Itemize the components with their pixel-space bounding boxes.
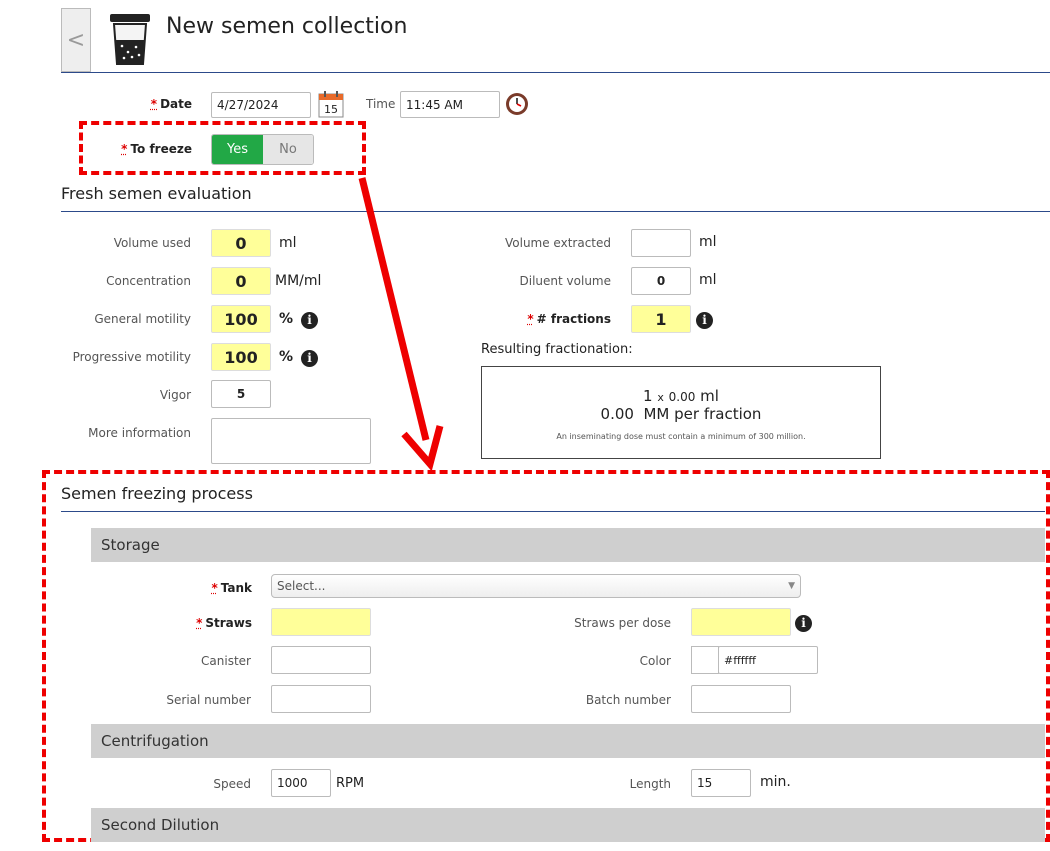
progressive-motility-input[interactable]: 100 bbox=[211, 343, 271, 371]
centrifugation-band: Centrifugation bbox=[91, 724, 1045, 758]
resulting-fractionation-box: 1 x 0.00 ml 0.00 MM per fraction An inse… bbox=[481, 366, 881, 459]
time-input[interactable]: 11:45 AM bbox=[400, 91, 500, 118]
canister-input[interactable] bbox=[271, 646, 371, 674]
diluent-volume-input[interactable]: 0 bbox=[631, 267, 691, 295]
batch-number-label: Batch number bbox=[585, 693, 671, 707]
length-input[interactable]: 15 bbox=[691, 769, 751, 797]
progressive-motility-unit: % bbox=[279, 349, 294, 365]
tank-label: * Tank bbox=[211, 581, 252, 595]
fractions-label: * # fractions bbox=[527, 312, 611, 326]
straws-input[interactable] bbox=[271, 608, 371, 636]
volume-extracted-unit: ml bbox=[699, 234, 717, 250]
freezing-process-divider bbox=[61, 511, 1045, 512]
volume-extracted-input[interactable] bbox=[631, 229, 691, 257]
date-input[interactable]: 4/27/2024 bbox=[211, 92, 311, 118]
tank-select-placeholder: Select... bbox=[277, 579, 326, 593]
time-label: Time bbox=[366, 97, 396, 111]
annotation-arrow bbox=[358, 177, 444, 472]
volume-used-unit: ml bbox=[279, 235, 297, 251]
diluent-volume-unit: ml bbox=[699, 272, 717, 288]
general-motility-info-icon[interactable]: i bbox=[301, 312, 318, 329]
back-button[interactable]: < bbox=[61, 8, 91, 72]
freezing-process-title: Semen freezing process bbox=[61, 484, 253, 503]
straws-per-dose-input[interactable] bbox=[691, 608, 791, 636]
general-motility-label: General motility bbox=[94, 312, 191, 326]
speed-unit: RPM bbox=[336, 776, 365, 791]
serial-number-label: Serial number bbox=[166, 693, 251, 707]
batch-number-input[interactable] bbox=[691, 685, 791, 713]
page-title: New semen collection bbox=[166, 14, 408, 39]
length-label: Length bbox=[629, 777, 671, 791]
volume-extracted-label: Volume extracted bbox=[504, 236, 611, 250]
result-mm-line: 0.00 MM per fraction bbox=[600, 405, 762, 423]
concentration-label: Concentration bbox=[106, 274, 191, 288]
freeze-annotation-box bbox=[79, 121, 366, 175]
header-divider bbox=[61, 72, 1050, 73]
general-motility-unit: % bbox=[279, 311, 294, 327]
length-unit: min. bbox=[760, 774, 791, 790]
clock-icon[interactable] bbox=[505, 92, 529, 116]
progressive-motility-label: Progressive motility bbox=[72, 350, 191, 364]
storage-band: Storage bbox=[91, 528, 1045, 562]
progressive-motility-info-icon[interactable]: i bbox=[301, 350, 318, 367]
fresh-eval-divider bbox=[61, 211, 1050, 212]
vigor-input[interactable]: 5 bbox=[211, 380, 271, 408]
svg-text:15: 15 bbox=[324, 103, 338, 116]
speed-label: Speed bbox=[213, 777, 251, 791]
vigor-label: Vigor bbox=[159, 388, 191, 402]
color-swatch[interactable] bbox=[691, 646, 719, 674]
fractions-info-icon[interactable]: i bbox=[696, 312, 713, 329]
canister-label: Canister bbox=[201, 654, 251, 668]
straws-per-dose-info-icon[interactable]: i bbox=[795, 615, 812, 632]
resulting-fractionation-label: Resulting fractionation: bbox=[481, 342, 633, 357]
fractions-input[interactable]: 1 bbox=[631, 305, 691, 333]
back-chevron-icon: < bbox=[66, 27, 86, 53]
concentration-unit: MM/ml bbox=[275, 273, 322, 289]
more-info-label: More information bbox=[88, 426, 191, 440]
chevron-down-icon: ▼ bbox=[788, 581, 795, 591]
date-label: * Date bbox=[150, 97, 192, 111]
volume-used-label: Volume used bbox=[113, 236, 191, 250]
concentration-input[interactable]: 0 bbox=[211, 267, 271, 295]
color-input[interactable]: #ffffff bbox=[718, 646, 818, 674]
result-note: An inseminating dose must contain a mini… bbox=[556, 432, 806, 441]
second-dilution-band: Second Dilution bbox=[91, 808, 1045, 842]
general-motility-input[interactable]: 100 bbox=[211, 305, 271, 333]
more-info-textarea[interactable] bbox=[211, 418, 371, 464]
specimen-cup-icon bbox=[106, 12, 154, 68]
diluent-volume-label: Diluent volume bbox=[519, 274, 611, 288]
fresh-eval-title: Fresh semen evaluation bbox=[61, 184, 252, 203]
straws-per-dose-label: Straws per dose bbox=[574, 616, 671, 630]
speed-input[interactable]: 1000 bbox=[271, 769, 331, 797]
serial-number-input[interactable] bbox=[271, 685, 371, 713]
result-volume-line: 1 x 0.00 ml bbox=[643, 387, 719, 405]
tank-select[interactable]: Select... ▼ bbox=[271, 574, 801, 598]
volume-used-input[interactable]: 0 bbox=[211, 229, 271, 257]
straws-label: * Straws bbox=[196, 616, 252, 630]
color-label: Color bbox=[639, 654, 671, 668]
calendar-icon[interactable]: 15 bbox=[318, 90, 344, 118]
